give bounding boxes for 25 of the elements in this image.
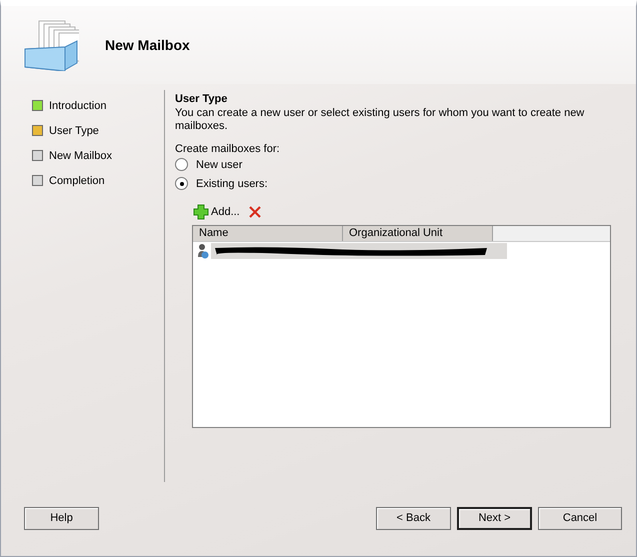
group-label: Create mailboxes for: <box>175 143 281 155</box>
delete-icon <box>248 205 262 219</box>
list-row[interactable] <box>211 243 507 259</box>
step-label: New Mailbox <box>49 150 112 162</box>
cancel-button[interactable]: Cancel <box>538 506 622 530</box>
radio-button[interactable] <box>175 177 188 190</box>
wizard-title: New Mailbox <box>105 37 190 53</box>
help-button[interactable]: Help <box>24 506 99 530</box>
nav-button[interactable]: Next > <box>457 506 532 530</box>
radio-label[interactable]: New user <box>196 158 242 170</box>
page-description: You can create a new user or select existing users for whom you want to create new mailboxes. <box>175 107 586 133</box>
plus-icon <box>193 204 209 220</box>
step-label: Completion <box>49 174 105 186</box>
add-button[interactable]: Add... <box>193 204 240 220</box>
page-heading: User Type <box>175 93 228 105</box>
column-header[interactable]: Organizational Unit <box>343 226 493 241</box>
column-header[interactable]: Name <box>193 226 343 241</box>
user-icon <box>197 243 209 259</box>
radio-label[interactable]: Existing users: <box>196 178 268 190</box>
mailbox-icon <box>23 19 79 71</box>
step-label: User Type <box>49 124 99 136</box>
radio-button[interactable] <box>175 158 188 171</box>
remove-button[interactable] <box>248 205 262 219</box>
nav-button[interactable]: < Back <box>376 506 451 530</box>
step-label: Introduction <box>49 100 106 112</box>
